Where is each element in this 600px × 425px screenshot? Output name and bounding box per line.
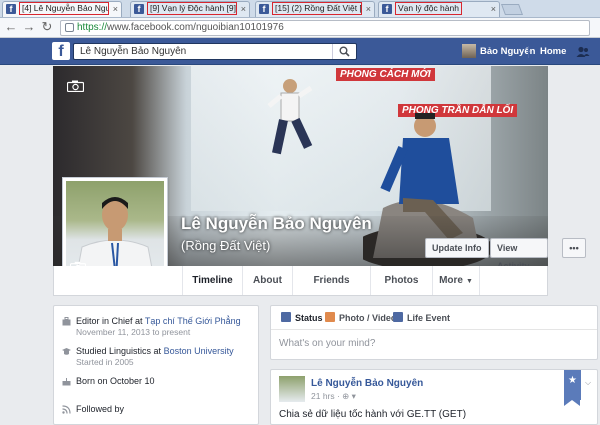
composer-tabs: Status Photo / Video Life Event — [271, 306, 597, 330]
briefcase-icon — [62, 317, 71, 326]
browser-nav-bar: ← → ↻ https://www.facebook.com/nguoibian… — [0, 18, 600, 38]
search-input[interactable]: Lê Nguyễn Bảo Nguyên — [73, 43, 357, 60]
tab-more[interactable]: More ▼ — [432, 266, 480, 295]
facebook-favicon-icon: f — [259, 4, 269, 14]
forward-arrow-icon[interactable]: → — [22, 20, 36, 34]
cover-figure-jumping — [267, 79, 313, 155]
browser-tab-van-ly-doc-hanh-2[interactable]: f Vạn lý độc hành × — [378, 1, 500, 17]
search-button[interactable] — [332, 44, 356, 59]
tab-life-event[interactable]: Life Event — [393, 312, 450, 324]
born-text: Born on October 10 — [76, 376, 155, 386]
address-bar[interactable]: https://www.facebook.com/nguoibian101019… — [60, 20, 590, 36]
star-icon: ★ — [568, 375, 577, 386]
browser-tab-van-ly-doc-hanh[interactable]: f [9] Vạn lý Độc hành [9] × — [130, 1, 250, 17]
search-icon — [339, 46, 350, 57]
browser-tab-bar: f [4] Lê Nguyễn Bảo Nguyễ × f [9] Vạn lý… — [0, 0, 600, 18]
highlight-post-button[interactable]: ★ — [564, 370, 581, 406]
timeline-post: Lê Nguyễn Bảo Nguyên 21 hrs · ⊕ ▾ Chia s… — [270, 369, 598, 425]
tab-about[interactable]: About — [242, 266, 292, 295]
post-options-chevron-icon[interactable]: ⌵ — [585, 378, 591, 388]
tab-timeline[interactable]: Timeline — [182, 266, 242, 295]
tab-title: Vạn lý độc hành — [395, 2, 462, 15]
edu-prefix: Studied Linguistics at — [76, 346, 164, 356]
followed-by-text[interactable]: Followed by — [76, 404, 258, 415]
close-tab-icon[interactable]: × — [113, 2, 118, 16]
close-tab-icon[interactable]: × — [366, 2, 371, 16]
search-value: Lê Nguyễn Bảo Nguyên — [80, 46, 187, 57]
tab-status-label: Status — [295, 313, 323, 323]
facebook-favicon-icon: f — [134, 4, 144, 14]
chevron-down-icon: ▼ — [465, 278, 473, 285]
facebook-logo[interactable]: f — [52, 42, 70, 60]
tab-title: [15] (2) Rồng Đất Việt [15 — [272, 2, 362, 15]
profile-nav: Timeline About Friends Photos More ▼ — [53, 266, 548, 296]
facebook-favicon-icon: f — [382, 4, 392, 14]
tab-status[interactable]: Status — [281, 312, 323, 324]
status-composer: Status Photo / Video Life Event What's o… — [270, 305, 598, 360]
tab-title: [4] Lê Nguyễn Bảo Nguyễ — [19, 2, 109, 15]
profile-alias: (Rồng Đất Việt) — [181, 238, 271, 253]
friend-requests-icon[interactable] — [576, 46, 590, 58]
browser-tab-rong-dat-viet[interactable]: f [15] (2) Rồng Đất Việt [15 × — [255, 1, 375, 17]
photo-icon — [325, 312, 335, 322]
post-author-name[interactable]: Lê Nguyễn Bảo Nguyên — [311, 378, 423, 389]
edu-place-link[interactable]: Boston University — [164, 346, 234, 356]
work-prefix: Editor in Chief at — [76, 316, 145, 326]
facebook-favicon-icon: f — [6, 4, 16, 14]
birthday-cake-icon — [62, 378, 71, 386]
cover-slogan-top: PHONG CÁCH MỚI — [336, 68, 435, 81]
pencil-icon — [281, 312, 291, 322]
profile-name[interactable]: Lê Nguyễn Bảo Nguyên — [181, 214, 372, 234]
reload-icon[interactable]: ↻ — [40, 20, 54, 34]
avatar — [462, 44, 476, 59]
back-arrow-icon[interactable]: ← — [4, 20, 18, 34]
update-info-button[interactable]: Update Info — [425, 238, 489, 258]
view-activity-log-button[interactable]: View Activity Log — [490, 238, 548, 266]
rss-followers-icon — [62, 405, 71, 414]
edu-dates: Started in 2005 — [76, 357, 134, 367]
new-tab-button[interactable] — [500, 4, 524, 15]
url-text: www.facebook.com/nguoibian10101976 — [107, 22, 284, 33]
tab-more-label: More — [439, 275, 463, 286]
tab-photo-video[interactable]: Photo / Video — [325, 312, 396, 324]
tab-friends[interactable]: Friends — [292, 266, 370, 295]
lock-icon — [65, 23, 74, 32]
more-options-button[interactable]: ••• — [562, 238, 586, 258]
close-tab-icon[interactable]: × — [241, 2, 246, 16]
tab-title: [9] Vạn lý Độc hành [9] — [147, 2, 237, 15]
post-timestamp[interactable]: 21 hrs · ⊕ ▾ — [311, 391, 356, 402]
flag-icon — [393, 312, 403, 322]
profile-photo — [66, 181, 164, 279]
intro-education: Studied Linguistics at Boston University… — [62, 346, 258, 368]
intro-panel: Editor in Chief at Tạp chí Thế Giới Phẳn… — [53, 305, 259, 425]
post-text: Chia sẻ dữ liệu tốc hành với GE.TT (GET) — [279, 409, 467, 420]
intro-followers: Followed by — [62, 404, 258, 415]
work-place-link[interactable]: Tạp chí Thế Giới Phẳng — [145, 316, 241, 326]
facebook-top-bar: f Lê Nguyễn Bảo Nguyên Bảo Nguyên Home — [0, 38, 600, 65]
header-divider — [528, 46, 529, 58]
intro-birthday: Born on October 10 — [62, 376, 258, 387]
tab-photos[interactable]: Photos — [370, 266, 432, 295]
work-dates: November 11, 2013 to present — [76, 327, 191, 337]
status-input[interactable]: What's on your mind? — [279, 338, 375, 349]
url-scheme: https:// — [77, 22, 108, 33]
user-profile-link[interactable]: Bảo Nguyên — [462, 43, 535, 60]
camera-icon[interactable] — [67, 80, 84, 92]
home-link[interactable]: Home — [540, 43, 566, 60]
close-tab-icon[interactable]: × — [491, 2, 496, 16]
tab-life-event-label: Life Event — [407, 313, 451, 323]
intro-work: Editor in Chief at Tạp chí Thế Giới Phẳn… — [62, 316, 258, 338]
browser-tab-profile[interactable]: f [4] Lê Nguyễn Bảo Nguyễ × — [2, 1, 122, 17]
tab-photo-video-label: Photo / Video — [339, 313, 397, 323]
post-author-avatar[interactable] — [279, 376, 305, 402]
graduation-cap-icon — [62, 348, 71, 355]
